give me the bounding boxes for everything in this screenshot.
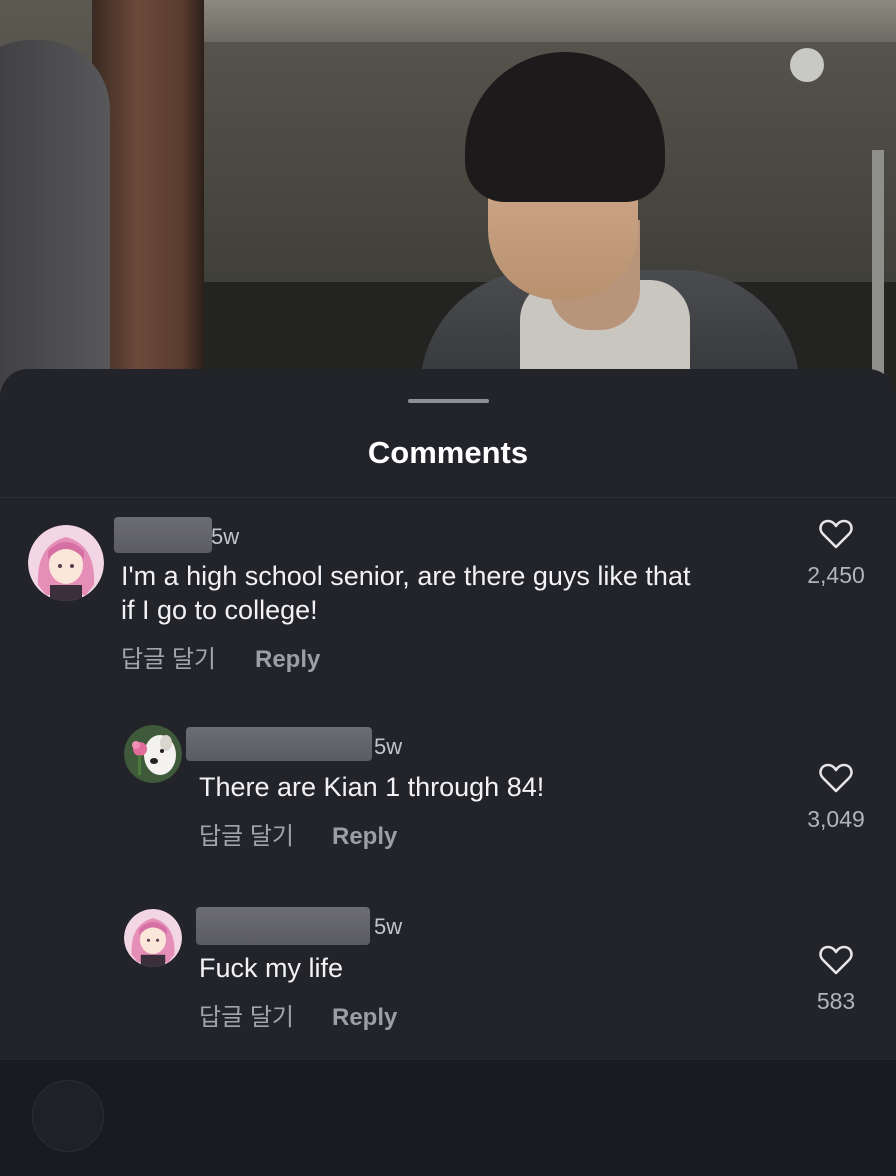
heart-icon[interactable] (819, 945, 853, 975)
comment-text: Fuck my life (199, 953, 344, 983)
avatar[interactable] (28, 525, 104, 601)
reply-button[interactable]: Reply (255, 645, 320, 675)
like-count: 3,049 (807, 806, 865, 832)
like-count: 2,450 (807, 562, 865, 588)
comment-time: 5w (211, 524, 240, 549)
divider (0, 497, 896, 498)
avatar[interactable] (124, 725, 182, 783)
dog-with-flower-avatar-icon (124, 725, 182, 783)
sheet-title: Comments (367, 435, 529, 470)
comments-sheet: Comments 5w I'm a high school senior, ar… (0, 369, 896, 1176)
reply-button-korean[interactable]: 답글 달기 (199, 822, 294, 852)
comment-actions: 답글 달기 Reply (199, 822, 499, 852)
reply-button-korean[interactable]: 답글 달기 (199, 1003, 294, 1033)
comment-input-bar (0, 1059, 896, 1176)
heart-icon[interactable] (819, 519, 853, 549)
like-control[interactable]: 2,450 (796, 519, 876, 589)
pink-hair-girl-avatar-icon (124, 909, 182, 967)
video-background (0, 0, 896, 400)
comment-item: 5w I'm a high school senior, are there g… (0, 517, 896, 679)
heart-icon[interactable] (819, 763, 853, 793)
like-control[interactable]: 3,049 (796, 763, 876, 833)
current-user-avatar (32, 1080, 104, 1152)
reply-button-korean[interactable]: 답글 달기 (121, 645, 216, 675)
reply-button[interactable]: Reply (332, 1003, 397, 1033)
like-count: 583 (816, 988, 856, 1014)
comment-actions: 답글 달기 Reply (199, 1003, 499, 1033)
pink-hair-girl-avatar-icon (28, 525, 104, 601)
comment-actions: 답글 달기 Reply (121, 645, 421, 675)
comment-text: There are Kian 1 through 84! (199, 772, 545, 802)
reply-button[interactable]: Reply (332, 822, 397, 852)
username-redacted[interactable] (114, 517, 212, 553)
sheet-drag-handle[interactable] (408, 399, 489, 403)
avatar[interactable] (124, 909, 182, 967)
username-redacted[interactable] (186, 727, 372, 761)
comment-text: I'm a high school senior, are there guys… (121, 561, 691, 625)
username-redacted[interactable] (196, 907, 370, 945)
comment-time: 5w (374, 734, 403, 759)
comment-time: 5w (374, 914, 403, 939)
reply-comment-item: 5w Fuck my life 답글 달기 Reply 583 (0, 907, 896, 1047)
like-control[interactable]: 583 (796, 945, 876, 1015)
reply-comment-item: 5w There are Kian 1 through 84! 답글 달기 Re… (0, 725, 896, 865)
